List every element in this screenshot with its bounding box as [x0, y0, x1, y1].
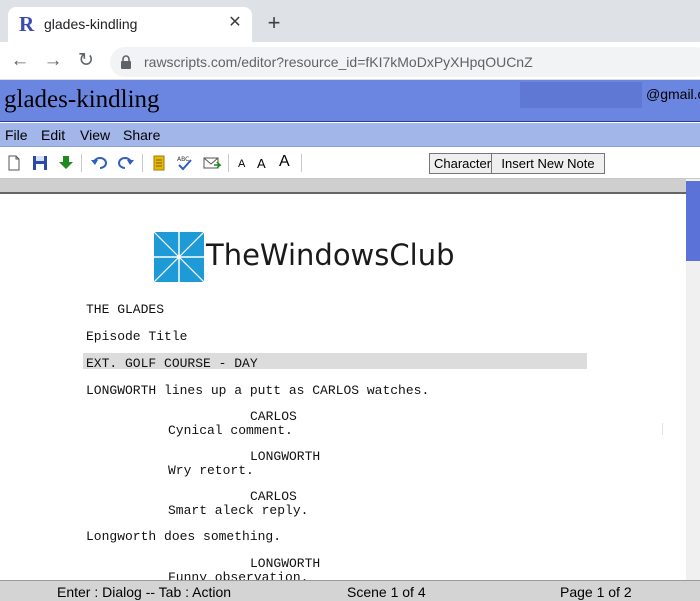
- keyboard-hint: Enter : Dialog -- Tab : Action: [57, 584, 232, 600]
- script-episode-line[interactable]: Episode Title: [86, 329, 187, 344]
- insert-new-note-button[interactable]: Insert New Note: [491, 153, 605, 174]
- character-line[interactable]: CARLOS: [250, 489, 297, 504]
- font-size-medium-button[interactable]: A: [257, 156, 266, 171]
- font-size-small-button[interactable]: A: [238, 158, 245, 170]
- character-line[interactable]: LONGWORTH: [250, 449, 320, 464]
- tab-title: glades-kindling: [44, 16, 138, 32]
- page-counter: Page 1 of 2: [560, 584, 632, 600]
- lock-icon: [121, 55, 131, 69]
- forward-arrow-icon[interactable]: →: [42, 50, 64, 72]
- dialogue-line[interactable]: Smart aleck reply.: [168, 503, 308, 518]
- spellcheck-icon[interactable]: ABC: [176, 154, 194, 172]
- action-line[interactable]: Longworth does something.: [86, 529, 281, 544]
- watermark-text: TheWindowsClub: [206, 238, 455, 272]
- toolbar-separator: [301, 154, 302, 172]
- notes-icon[interactable]: [150, 154, 168, 172]
- account-email[interactable]: @gmail.c: [646, 86, 700, 102]
- scene-heading-line[interactable]: EXT. GOLF COURSE - DAY: [86, 356, 258, 371]
- email-icon[interactable]: [203, 154, 221, 172]
- editor-toolbar: ABC A A A Character Insert New Note: [0, 148, 700, 179]
- browser-tab[interactable]: R glades-kindling ✕: [8, 7, 252, 42]
- browser-toolbar: ← → ↻ rawscripts.com/editor?resource_id=…: [0, 42, 700, 80]
- app-header: glades-kindling @gmail.c: [0, 80, 700, 122]
- reload-icon[interactable]: ↻: [75, 50, 97, 72]
- toolbar-separator: [228, 154, 229, 172]
- undo-icon[interactable]: [90, 154, 108, 172]
- account-name-redacted: [520, 82, 642, 108]
- new-document-icon[interactable]: [5, 154, 23, 172]
- font-size-large-button[interactable]: A: [279, 153, 290, 171]
- action-line[interactable]: LONGWORTH lines up a putt as CARLOS watc…: [86, 383, 429, 398]
- element-type-select[interactable]: Character: [429, 153, 493, 174]
- tab-close-icon[interactable]: ✕: [226, 14, 244, 32]
- character-line[interactable]: CARLOS: [250, 409, 297, 424]
- address-bar[interactable]: rawscripts.com/editor?resource_id=fKI7kM…: [110, 47, 700, 77]
- vertical-scrollbar[interactable]: [686, 179, 700, 580]
- rawscripts-favicon-icon: R: [19, 12, 35, 36]
- back-arrow-icon[interactable]: ←: [9, 50, 31, 72]
- dialogue-line[interactable]: Funny observation.: [168, 570, 308, 580]
- dialogue-line[interactable]: Cynical comment.: [168, 423, 293, 438]
- page-margin-mark: [662, 423, 663, 435]
- toolbar-separator: [142, 154, 143, 172]
- new-tab-icon[interactable]: +: [262, 11, 286, 35]
- menu-bar: File Edit View Share: [0, 123, 700, 147]
- menu-share[interactable]: Share: [123, 127, 160, 143]
- download-icon[interactable]: [57, 154, 75, 172]
- menu-file[interactable]: File: [5, 127, 28, 143]
- menu-edit[interactable]: Edit: [41, 127, 65, 143]
- thewindowsclub-logo-icon: [154, 232, 204, 282]
- svg-text:ABC: ABC: [177, 156, 189, 163]
- browser-tabstrip: R glades-kindling ✕ +: [0, 0, 700, 42]
- menu-view[interactable]: View: [80, 127, 110, 143]
- scene-counter: Scene 1 of 4: [347, 584, 426, 600]
- status-bar: Enter : Dialog -- Tab : Action Scene 1 o…: [0, 580, 700, 601]
- dialogue-line[interactable]: Wry retort.: [168, 463, 254, 478]
- page-gutter: [0, 179, 700, 194]
- character-line[interactable]: LONGWORTH: [250, 556, 320, 571]
- scrollbar-thumb[interactable]: [686, 181, 700, 261]
- toolbar-separator: [81, 154, 82, 172]
- redo-icon[interactable]: [117, 154, 135, 172]
- script-page[interactable]: TheWindowsClub THE GLADES Episode Title …: [0, 195, 686, 580]
- save-icon[interactable]: [31, 154, 49, 172]
- script-title-line[interactable]: THE GLADES: [86, 302, 164, 317]
- url-text[interactable]: rawscripts.com/editor?resource_id=fKI7kM…: [144, 54, 533, 70]
- document-title[interactable]: glades-kindling: [4, 86, 160, 114]
